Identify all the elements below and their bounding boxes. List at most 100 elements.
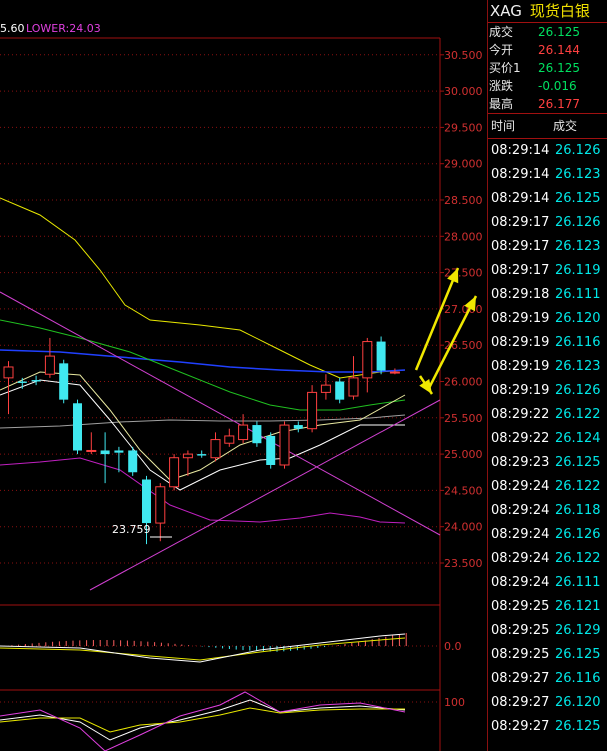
- quote-row-value: 26.144: [538, 43, 580, 57]
- tick-row[interactable]: 08:29:19 26.120: [488, 307, 607, 331]
- tick-price: 26.121: [555, 599, 601, 614]
- tick-list[interactable]: 08:29:14 26.126 08:29:14 26.123 08:29:14 26.1…: [488, 139, 607, 739]
- candle-body: [376, 341, 386, 371]
- tick-price: 26.126: [555, 383, 601, 398]
- upper-band-line: [0, 197, 406, 379]
- candle-body: [3, 366, 14, 379]
- tick-time: 08:29:18: [491, 287, 550, 302]
- price-tick-label: 26.000: [444, 376, 483, 389]
- candle-body: [86, 449, 97, 452]
- tick-time: 08:29:14: [491, 191, 550, 206]
- tick-row[interactable]: 08:29:24 26.126: [488, 523, 607, 547]
- candle-body: [348, 377, 359, 397]
- candle-body: [155, 486, 166, 524]
- tick-price: 26.119: [555, 263, 601, 278]
- tick-row[interactable]: 08:29:25 26.125: [488, 643, 607, 667]
- tick-time: 08:29:24: [491, 503, 550, 518]
- price-tick-label: 25.000: [444, 448, 483, 461]
- tick-price: 26.123: [555, 239, 601, 254]
- kline-chart-area[interactable]: 30.500 30.000 29.500 29.000 28.500 28.000 27.5…: [0, 0, 487, 751]
- tick-row[interactable]: 08:29:24 26.122: [488, 547, 607, 571]
- tick-time: 08:29:24: [491, 479, 550, 494]
- candle-body: [169, 457, 180, 488]
- tick-price: 26.123: [555, 359, 601, 374]
- tick-row[interactable]: 08:29:24 26.111: [488, 571, 607, 595]
- tick-price: 26.116: [555, 671, 601, 686]
- symbol-code: XAG: [490, 2, 522, 20]
- candle-body: [307, 391, 318, 430]
- quote-row-label: 今开: [489, 43, 514, 57]
- tick-row[interactable]: 08:29:17 26.119: [488, 259, 607, 283]
- tick-time: 08:29:17: [491, 263, 550, 278]
- tick-time: 08:29:24: [491, 551, 550, 566]
- tick-row[interactable]: 08:29:23 26.125: [488, 451, 607, 475]
- quote-row: 今开 26.144: [488, 41, 607, 59]
- tick-row[interactable]: 08:29:24 26.122: [488, 475, 607, 499]
- tick-time: 08:29:14: [491, 167, 550, 182]
- candle-body: [17, 381, 27, 383]
- tick-row[interactable]: 08:29:27 26.125: [488, 715, 607, 739]
- tick-price: 26.126: [555, 143, 601, 158]
- tick-row[interactable]: 08:29:22 26.122: [488, 403, 607, 427]
- price-tick-label: 28.500: [444, 194, 483, 207]
- tick-time: 08:29:19: [491, 383, 550, 398]
- tick-row[interactable]: 08:29:25 26.129: [488, 619, 607, 643]
- kdj-j-line: [0, 691, 406, 751]
- tick-row[interactable]: 08:29:19 26.126: [488, 379, 607, 403]
- tick-row[interactable]: 08:29:19 26.116: [488, 331, 607, 355]
- tick-row[interactable]: 08:29:19 26.123: [488, 355, 607, 379]
- candle-body: [142, 479, 151, 524]
- macd-axis-label: 0.0: [444, 640, 462, 653]
- tick-price: 26.126: [555, 527, 601, 542]
- tick-price: 26.123: [555, 167, 601, 182]
- price-tick-label: 30.000: [444, 85, 483, 98]
- tick-time: 08:29:23: [491, 455, 550, 470]
- tick-price: 26.126: [555, 215, 601, 230]
- quote-row: 成交 26.125: [488, 23, 607, 41]
- tick-row[interactable]: 08:29:14 26.123: [488, 163, 607, 187]
- tick-row[interactable]: 08:29:14 26.125: [488, 187, 607, 211]
- macd-dea-line: [0, 637, 406, 661]
- tick-price: 26.125: [555, 719, 601, 734]
- tick-row[interactable]: 08:29:27 26.116: [488, 667, 607, 691]
- price-tick-label: 28.000: [444, 230, 483, 243]
- tick-row[interactable]: 08:29:25 26.121: [488, 595, 607, 619]
- tick-time: 08:29:25: [491, 623, 550, 638]
- tick-price: 26.118: [555, 503, 601, 518]
- price-tick-label: 25.500: [444, 412, 483, 425]
- candle-body: [320, 384, 331, 393]
- kdj-axis-label: 100: [444, 696, 465, 709]
- quote-row: 最高 26.177: [488, 95, 607, 113]
- candle-body: [252, 425, 262, 444]
- tick-row[interactable]: 08:29:17 26.123: [488, 235, 607, 259]
- tick-row[interactable]: 08:29:17 26.126: [488, 211, 607, 235]
- kline-chart-svg[interactable]: 30.50030.00029.50029.00028.50028.00027.5…: [0, 0, 487, 751]
- ticks-header-time: 时间: [491, 119, 516, 133]
- tick-row[interactable]: 08:29:24 26.118: [488, 499, 607, 523]
- candle-body: [389, 371, 400, 374]
- price-tick-label: 30.500: [444, 49, 483, 62]
- tick-time: 08:29:17: [491, 215, 550, 230]
- tick-time: 08:29:14: [491, 143, 550, 158]
- macd-dif-line: [0, 633, 406, 663]
- low-price-annotation: 23.759: [112, 523, 151, 536]
- tick-row[interactable]: 08:29:14 26.126: [488, 139, 607, 163]
- quote-row-value: 26.125: [538, 61, 580, 75]
- tick-row[interactable]: 08:29:22 26.124: [488, 427, 607, 451]
- price-tick-label: 24.000: [444, 521, 483, 534]
- price-tick-label: 27.000: [444, 303, 483, 316]
- candle-body: [238, 424, 249, 441]
- tick-price: 26.111: [555, 575, 601, 590]
- tick-row[interactable]: 08:29:27 26.120: [488, 691, 607, 715]
- quote-row-label: 买价1: [489, 61, 521, 75]
- tick-price: 26.122: [555, 407, 601, 422]
- candle-body: [210, 439, 221, 459]
- quote-panel: XAG 现货白银 成交 26.125 今开 26.144 买价1 26.125 涨跌 -0.01…: [487, 0, 607, 751]
- candle-body: [73, 403, 82, 451]
- annotation-arrow-up-left-shaft: [414, 267, 460, 371]
- tick-time: 08:29:27: [491, 719, 550, 734]
- quote-header: XAG 现货白银: [488, 0, 607, 22]
- candle-body: [266, 435, 276, 465]
- tick-row[interactable]: 08:29:18 26.111: [488, 283, 607, 307]
- tick-price: 26.120: [555, 311, 601, 326]
